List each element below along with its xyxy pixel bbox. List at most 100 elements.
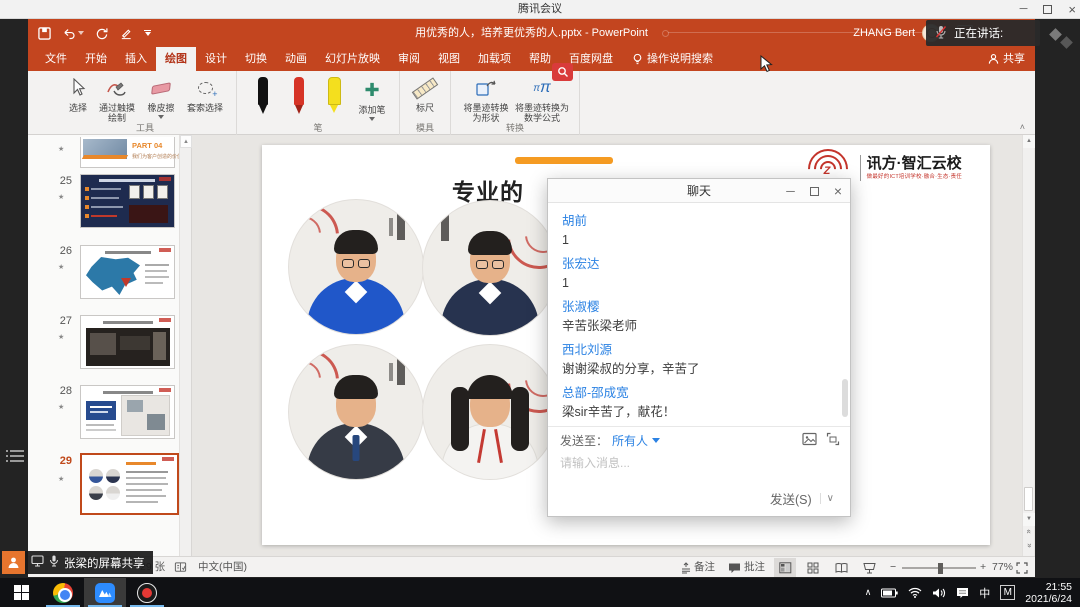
ime-language-indicator[interactable]: 中 — [979, 585, 990, 601]
ribbon-tab-insert[interactable]: 插入 — [116, 47, 156, 71]
window-minimize-button[interactable]: ─ — [1020, 0, 1028, 19]
screenshot-icon[interactable] — [826, 432, 840, 449]
ribbon-tab-draw[interactable]: 绘图 — [156, 47, 196, 71]
comments-label[interactable]: 批注 — [744, 557, 765, 578]
share-button[interactable]: 共享 — [988, 47, 1025, 71]
animation-star-26[interactable]: ★ — [58, 263, 72, 271]
chrome-taskbar-app[interactable] — [42, 578, 84, 607]
animation-star-28[interactable]: ★ — [58, 403, 72, 411]
next-slide-button[interactable]: « — [1025, 540, 1034, 552]
ime-mode-indicator[interactable]: M — [1000, 585, 1015, 600]
meeting-window-title: 腾讯会议 — [0, 0, 1080, 19]
notification-icon[interactable] — [956, 587, 969, 599]
volume-icon[interactable] — [932, 587, 946, 599]
redo-icon[interactable] — [95, 27, 108, 40]
ink-to-shape-button[interactable]: 将墨迹转换为形状 — [460, 75, 512, 123]
slide-scrollbar[interactable]: ▲ ▼ « « — [1022, 135, 1034, 556]
chat-maximize-button[interactable] — [810, 187, 819, 196]
chat-close-button[interactable]: × — [834, 183, 842, 199]
slide-thumbnail-24-partial[interactable]: PART 04 我们为客户创造的价值 — [80, 137, 175, 168]
meeting-side-menu-icon[interactable] — [6, 450, 24, 465]
animation-star-27[interactable]: ★ — [58, 333, 72, 341]
members-button[interactable] — [2, 551, 25, 574]
ribbon-tab-addins[interactable]: 加载项 — [469, 47, 520, 71]
black-pen-button[interactable] — [248, 77, 278, 123]
notes-label[interactable]: 备注 — [694, 557, 715, 578]
ribbon-tab-file[interactable]: 文件 — [36, 47, 76, 71]
ribbon-tab-design[interactable]: 设计 — [196, 47, 236, 71]
tray-chevron-icon[interactable]: ∧ — [865, 587, 872, 598]
zoom-in-button[interactable]: + — [980, 557, 986, 578]
undo-dropdown-caret[interactable] — [78, 31, 84, 35]
eraser-button[interactable]: 橡皮擦 — [141, 75, 181, 119]
customize-qat-caret[interactable] — [144, 30, 151, 36]
ruler-button[interactable]: 标尺 — [409, 75, 441, 113]
scroll-down-icon[interactable]: ▼ — [1023, 513, 1035, 526]
chat-header[interactable]: 聊天 ─ × — [548, 179, 850, 203]
mic-icon[interactable] — [49, 555, 59, 570]
slide-thumbnail-27[interactable] — [80, 315, 175, 369]
animation-star-29[interactable]: ★ — [58, 475, 72, 483]
zoom-out-button[interactable]: − — [890, 557, 896, 578]
slide-thumbnail-26[interactable] — [80, 245, 175, 299]
previous-slide-button[interactable]: « — [1025, 526, 1034, 538]
ribbon-tab-transitions[interactable]: 切换 — [236, 47, 276, 71]
send-image-icon[interactable] — [802, 432, 817, 449]
battery-icon[interactable] — [881, 588, 898, 598]
tell-me-search[interactable]: 操作说明搜索 — [622, 47, 723, 71]
eraser-dropdown-caret[interactable] — [158, 115, 164, 119]
select-tool-button[interactable]: 选择 — [63, 75, 93, 113]
zoom-percent[interactable]: 77% — [992, 557, 1013, 578]
add-pen-button[interactable]: ✚ 添加笔 — [354, 77, 390, 121]
ribbon-tab-review[interactable]: 审阅 — [389, 47, 429, 71]
language-status[interactable]: 中文(中国) — [198, 557, 247, 578]
ribbon-tab-home[interactable]: 开始 — [76, 47, 116, 71]
slideshow-view-button[interactable] — [858, 558, 880, 577]
slide-sorter-button[interactable] — [802, 558, 824, 577]
collapse-ribbon-button[interactable]: ˄ — [1020, 122, 1025, 132]
taskbar-clock[interactable]: 21:55 2021/6/24 — [1025, 581, 1072, 605]
save-icon[interactable] — [38, 27, 51, 40]
start-button[interactable] — [0, 578, 42, 607]
slide-thumbnail-29-selected[interactable] — [80, 453, 179, 515]
send-options-caret[interactable]: ∨ — [820, 493, 840, 504]
scrollbar-thumb[interactable] — [1024, 487, 1033, 511]
zoom-slider[interactable] — [902, 567, 976, 569]
chat-message-list[interactable]: 胡前 1 张宏达 1 张淑樱 辛苦张梁老师 西北刘源 谢谢梁叔的分享，辛苦了 总… — [548, 203, 850, 426]
send-button[interactable]: 发送(S) — [770, 489, 812, 508]
normal-view-button[interactable] — [774, 558, 796, 577]
wifi-icon[interactable] — [908, 587, 922, 598]
animation-star-25[interactable]: ★ — [58, 193, 72, 201]
ribbon-tab-view[interactable]: 视图 — [429, 47, 469, 71]
yellow-highlighter-button[interactable] — [320, 77, 350, 123]
screen-share-icon[interactable] — [31, 555, 44, 570]
chat-scrollbar-thumb[interactable] — [842, 379, 848, 417]
red-pen-button[interactable] — [284, 77, 314, 123]
recorder-taskbar-app[interactable] — [126, 578, 168, 607]
floating-search-badge[interactable] — [552, 63, 573, 81]
thumbnail-scroll-up-icon[interactable]: ▲ — [180, 135, 192, 148]
window-maximize-button[interactable] — [1043, 5, 1052, 14]
zoom-slider-thumb[interactable] — [938, 563, 943, 574]
draw-mode-icon[interactable] — [119, 27, 133, 40]
chat-message: 西北刘源 谢谢梁叔的分享，辛苦了 — [562, 341, 836, 379]
slide-thumbnail-25[interactable] — [80, 174, 175, 228]
tencent-meeting-taskbar-app[interactable] — [84, 578, 126, 607]
brand-name: 讯方·智汇云校 — [867, 156, 962, 172]
chat-input[interactable] — [560, 454, 838, 484]
ribbon-tab-animations[interactable]: 动画 — [276, 47, 316, 71]
slide-thumbnail-28[interactable] — [80, 385, 175, 439]
ink-to-math-button[interactable]: ππ 将墨迹转换为数学公式 — [514, 75, 570, 123]
send-to-dropdown[interactable]: 所有人 — [612, 432, 648, 449]
undo-icon[interactable] — [62, 27, 84, 40]
window-close-button[interactable]: × — [1068, 0, 1076, 19]
chat-minimize-button[interactable]: ─ — [786, 184, 795, 198]
scroll-up-icon[interactable]: ▲ — [1023, 135, 1035, 148]
thumbnail-scrollbar[interactable]: ▲ — [179, 135, 191, 556]
send-to-caret-icon[interactable] — [652, 438, 660, 443]
draw-with-touch-button[interactable]: 通过触摸绘制 — [95, 75, 139, 123]
animation-star-24[interactable]: ★ — [58, 145, 72, 153]
lasso-select-button[interactable]: 套索选择 — [183, 75, 227, 113]
reading-view-button[interactable] — [830, 558, 852, 577]
ribbon-tab-slideshow[interactable]: 幻灯片放映 — [316, 47, 389, 71]
